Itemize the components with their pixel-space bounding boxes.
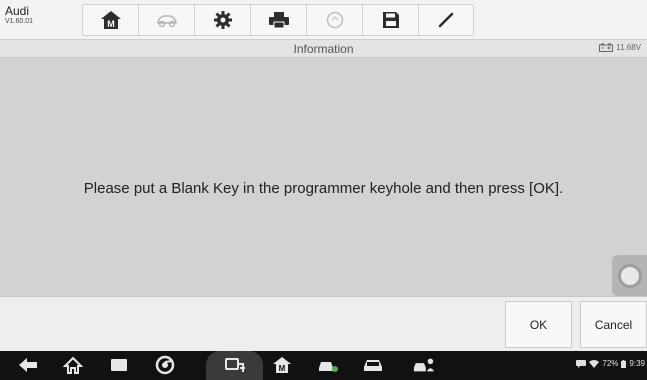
- voltage-indicator: 11.68V: [599, 43, 641, 52]
- ok-button[interactable]: OK: [505, 301, 572, 348]
- nav-diagnostics-home-button[interactable]: M: [271, 355, 293, 375]
- info-header: Information 11.68V: [0, 40, 647, 58]
- svg-text:M: M: [279, 364, 286, 373]
- wifi-icon: [589, 359, 600, 368]
- dialog-message: Please put a Blank Key in the programmer…: [83, 180, 564, 197]
- home-icon: [63, 356, 83, 374]
- save-button[interactable]: [362, 4, 418, 36]
- nav-chrome-button[interactable]: [154, 355, 176, 375]
- help-icon: [326, 11, 343, 29]
- app-name: Audi: [5, 4, 30, 18]
- clock: 9:39: [629, 359, 645, 368]
- brand: Audi V1.60.01: [5, 4, 34, 26]
- floating-assistive-button[interactable]: [612, 255, 647, 296]
- message-icon: [576, 359, 587, 368]
- print-button[interactable]: [250, 4, 306, 36]
- save-icon: [382, 12, 399, 28]
- car-icon: [364, 360, 382, 371]
- vehicle-icon: [156, 15, 177, 28]
- voltage-value: 11.68V: [616, 43, 641, 52]
- car-service-icon: [319, 362, 338, 372]
- home-button[interactable]: M: [82, 4, 138, 36]
- edit-icon: [438, 12, 454, 28]
- nav-back-button[interactable]: [17, 355, 39, 375]
- nav-car-service-button[interactable]: [317, 355, 339, 375]
- remote-icon: [413, 358, 435, 372]
- battery-voltage-icon: [599, 43, 614, 52]
- vci-icon: [225, 358, 245, 372]
- edit-button[interactable]: [418, 4, 474, 36]
- settings-icon: [213, 11, 232, 29]
- home-icon: M: [100, 11, 121, 29]
- diag-home-icon: M: [273, 357, 291, 373]
- settings-button[interactable]: [194, 4, 250, 36]
- nav-recents-button[interactable]: [108, 355, 130, 375]
- nav-car-button[interactable]: [362, 355, 384, 375]
- top-toolbar: Audi V1.60.01 M: [0, 0, 647, 40]
- system-nav-bar: M 72% 9:39: [0, 351, 647, 380]
- recents-icon: [111, 359, 127, 371]
- svg-text:M: M: [107, 19, 115, 29]
- help-button[interactable]: [306, 4, 362, 36]
- battery-percent: 72%: [602, 359, 619, 368]
- page-title: Information: [293, 42, 354, 56]
- toolbar-buttons: M: [82, 4, 474, 36]
- action-bar: OK Cancel: [0, 296, 647, 351]
- cancel-button[interactable]: Cancel: [580, 301, 647, 348]
- status-tray: 72% 9:39: [576, 359, 645, 368]
- battery-icon: [621, 359, 627, 368]
- nav-vci-button[interactable]: [224, 355, 246, 375]
- vehicle-button[interactable]: [138, 4, 194, 36]
- message-panel: Please put a Blank Key in the programmer…: [0, 58, 647, 296]
- app-version: V1.60.01: [5, 18, 34, 26]
- chrome-icon: [155, 355, 175, 375]
- app-window: Audi V1.60.01 M Information 11.68V Pleas…: [0, 0, 647, 380]
- nav-home-button[interactable]: [62, 355, 84, 375]
- back-icon: [19, 358, 37, 372]
- assistive-circle-icon: [617, 263, 642, 288]
- nav-remote-button[interactable]: [413, 355, 435, 375]
- print-icon: [268, 12, 289, 29]
